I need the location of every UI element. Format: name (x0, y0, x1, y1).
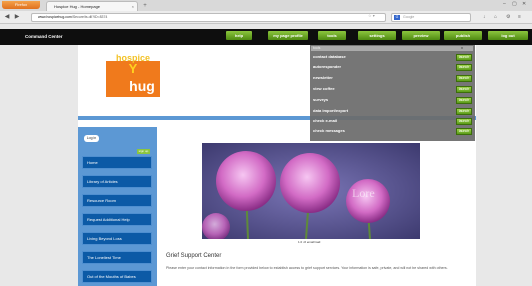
browser-tab[interactable]: Hospice Hug - Homepage × (46, 1, 138, 11)
tools-item-contact-database[interactable]: contact database launch (312, 52, 475, 62)
search-box[interactable]: G Google (391, 13, 471, 22)
preview-button[interactable]: preview (402, 31, 440, 40)
launch-button[interactable]: launch (456, 108, 472, 115)
launch-button[interactable]: launch (456, 64, 472, 71)
maximize-icon[interactable]: ▢ (512, 1, 517, 7)
sidebar-item-request-help[interactable]: Request Additional Help (82, 213, 152, 226)
home-icon[interactable]: ⌂ (494, 14, 497, 20)
login-button[interactable]: Log in (84, 135, 99, 142)
tools-dropdown-title: tools (313, 46, 321, 50)
hero-overlay-text: Lore (352, 186, 375, 200)
tools-item-label: data import/export (313, 108, 349, 113)
launch-button[interactable]: launch (456, 128, 472, 135)
logo-bottom-text: hug (129, 78, 155, 94)
sidebar-item-library[interactable]: Library of Articles (82, 175, 152, 188)
sidebar-item-living-beyond-loss[interactable]: Living Beyond Loss (82, 232, 152, 245)
hero-flower-image: Lore (202, 143, 420, 239)
log-out-button[interactable]: log out (488, 31, 528, 40)
tools-item-data-import-export[interactable]: data import/export launch (312, 106, 475, 116)
bookmark-star-icon[interactable]: ☆ ▾ (368, 13, 375, 18)
publish-button[interactable]: publish (444, 31, 482, 40)
tools-item-label: contact database (313, 54, 346, 59)
tools-item-label: view coffee (313, 86, 335, 91)
sidebar-item-loneliest-time[interactable]: The Loneliest Time (82, 251, 152, 264)
tools-item-check-email[interactable]: check e-mail launch (312, 116, 475, 126)
download-icon[interactable]: ↓ (483, 14, 486, 20)
tools-item-surveys[interactable]: surveys launch (312, 95, 475, 105)
hospice-hug-logo[interactable]: hospice Y hug (104, 51, 162, 99)
launch-button[interactable]: launch (456, 86, 472, 93)
new-tab-button[interactable]: + (141, 2, 149, 10)
svg-text:Y: Y (129, 61, 138, 76)
tools-item-check-messages[interactable]: check messages launch (312, 126, 475, 136)
intro-paragraph: Please enter your contact information in… (166, 266, 448, 270)
tools-item-label: check e-mail (313, 118, 338, 123)
tools-item-autoresponder[interactable]: autoresponder launch (312, 62, 475, 72)
settings-button[interactable]: settings (358, 31, 396, 40)
close-icon[interactable]: x (461, 45, 463, 50)
tools-item-label: autoresponder (313, 64, 342, 69)
back-button[interactable]: ◀ (3, 13, 11, 21)
browser-nav-bar: ◀ ▶ www.hospicehug.com/Secure/ts.dll?ID=… (0, 11, 532, 24)
menu-icon[interactable]: ≡ (518, 14, 521, 20)
sidebar-small-button[interactable]: sign up (137, 149, 150, 154)
launch-button[interactable]: launch (456, 75, 472, 82)
forward-button[interactable]: ▶ (13, 13, 21, 21)
minimize-icon[interactable]: – (503, 1, 506, 7)
launch-button[interactable]: launch (456, 97, 472, 104)
tab-title: Hospice Hug - Homepage (54, 4, 101, 9)
tools-dropdown-header (311, 46, 473, 51)
command-center-title: Command Center (25, 34, 63, 39)
tools-item-label: check messages (313, 128, 345, 133)
command-center-icon (14, 33, 22, 41)
sidebar-item-mouths-of-babes[interactable]: Out of the Mouths of Babes (82, 270, 152, 283)
firefox-menu-button[interactable]: Firefox (2, 1, 40, 9)
tools-button[interactable]: tools (318, 31, 346, 40)
addon-icon[interactable]: ⚙ (506, 14, 510, 20)
tools-item-label: newsletter (313, 75, 333, 80)
url-host: www.hospicehug.com (38, 15, 72, 19)
page-heading: Grief Support Center (166, 253, 222, 259)
tools-item-view-coffee[interactable]: view coffee launch (312, 84, 475, 94)
help-button[interactable]: help (226, 31, 252, 40)
close-window-icon[interactable]: ✕ (522, 1, 526, 7)
my-page-profile-button[interactable]: my page profile (268, 31, 308, 40)
browser-tab-bar: Firefox Hospice Hug - Homepage × + – ▢ ✕ (0, 0, 532, 11)
search-placeholder: Google (403, 15, 415, 19)
tools-item-label: surveys (313, 97, 329, 102)
hero-caption: 1.0 JJ email/mail (298, 240, 321, 244)
launch-button[interactable]: launch (456, 54, 472, 61)
sidebar-item-home[interactable]: Home (82, 156, 152, 169)
tab-close-icon[interactable]: × (132, 2, 134, 11)
tools-item-newsletter[interactable]: newsletter launch (312, 73, 475, 83)
address-bar[interactable]: www.hospicehug.com/Secure/ts.dll?ID=8374 (31, 13, 386, 22)
url-path: /Secure/ts.dll?ID=8374 (71, 15, 108, 19)
sidebar-item-resource-room[interactable]: Resource Room (82, 194, 152, 207)
google-icon: G (394, 15, 400, 20)
launch-button[interactable]: launch (456, 118, 472, 125)
